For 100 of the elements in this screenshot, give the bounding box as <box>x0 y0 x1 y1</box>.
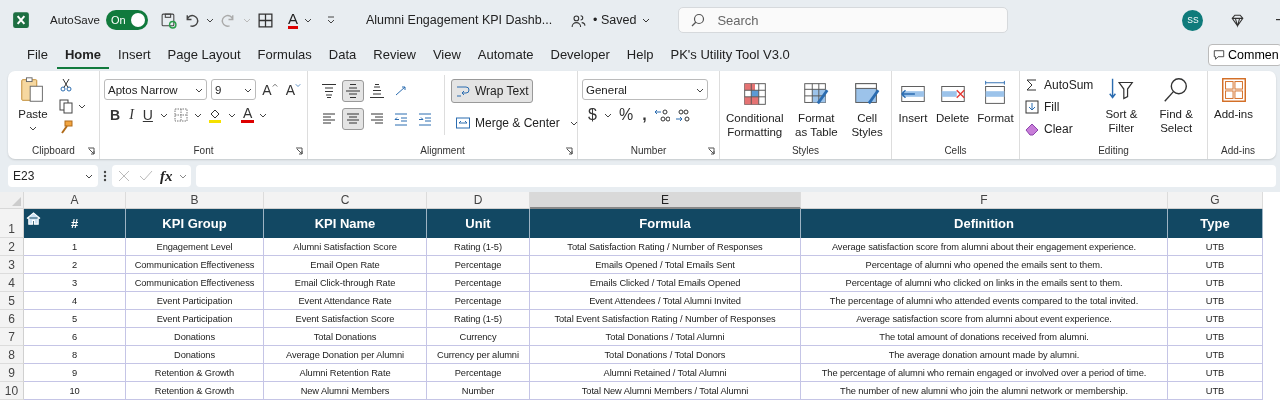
increase-font-size-button[interactable]: A <box>260 81 280 98</box>
table-cell: 1 <box>24 238 126 256</box>
document-title[interactable]: Alumni Engagement KPI Dashb... <box>365 13 553 27</box>
ribbon-tab[interactable]: File <box>19 41 56 69</box>
table-cell: Currency per alumni <box>427 346 530 364</box>
table-cell: Donations <box>126 328 264 346</box>
sort-filter-button[interactable]: Sort & Filter <box>1097 75 1146 135</box>
table-cell: Percentage <box>427 292 530 310</box>
comments-button[interactable]: Commen <box>1208 44 1280 66</box>
table-cell: Emails Clicked / Total Emails Opened <box>530 274 801 292</box>
insert-button[interactable]: Insert <box>896 79 930 125</box>
row-number[interactable]: 1 <box>0 209 24 238</box>
ribbon-tab[interactable]: Formulas <box>249 41 320 69</box>
header-cell: KPI Name <box>264 209 427 238</box>
row-number[interactable]: 9 <box>0 364 24 382</box>
font-color-button[interactable]: A <box>287 11 298 29</box>
ribbon-tab[interactable]: View <box>424 41 469 69</box>
group-label: Alignment <box>420 144 465 157</box>
autosave-label: AutoSave <box>50 14 100 26</box>
table-cell: 10 <box>24 382 126 400</box>
table-cell: 3 <box>24 274 126 292</box>
column-header[interactable]: G <box>1168 192 1263 209</box>
ribbon-tab[interactable]: Help <box>618 41 662 69</box>
row-number[interactable]: 7 <box>0 328 24 346</box>
paste-button[interactable]: Paste <box>12 75 54 132</box>
delete-button[interactable]: Delete <box>934 79 972 125</box>
table-cell: UTB <box>1168 256 1263 274</box>
search-field[interactable]: Search <box>678 7 1009 33</box>
table-cell: Total Event Satisfaction Rating / Number of Responses <box>530 310 801 328</box>
column-header[interactable]: E <box>530 192 801 209</box>
ribbon-tab[interactable]: Automate <box>469 41 542 69</box>
column-header[interactable]: A <box>24 192 126 209</box>
fill-button[interactable]: Fill <box>1024 97 1094 116</box>
clear-button[interactable]: Clear <box>1024 119 1094 138</box>
table-cell: UTB <box>1168 328 1263 346</box>
table-cell: 5 <box>24 310 126 328</box>
ribbon-tab[interactable]: Page Layout <box>159 41 249 69</box>
comma-style-button[interactable]: , <box>640 106 649 124</box>
row-number[interactable]: 5 <box>0 292 24 310</box>
format-as-table-button[interactable]: Format as Table <box>789 79 844 139</box>
table-cell: Total Donations <box>264 328 427 346</box>
row-number[interactable]: 2 <box>0 238 24 256</box>
table-cell: Total Satisfaction Rating / Number of Responses <box>530 238 801 256</box>
user-avatar[interactable]: SS <box>1182 9 1204 31</box>
insert-function-button[interactable]: fx <box>160 167 173 185</box>
table-cell: 2 <box>24 256 126 274</box>
table-cell: Alumni Satisfaction Score <box>264 238 427 256</box>
table-cell: 6 <box>24 328 126 346</box>
italic-button[interactable]: I <box>127 106 136 123</box>
row-number[interactable]: 3 <box>0 256 24 274</box>
ribbon-tab[interactable]: Home <box>56 41 110 69</box>
row-number[interactable]: 6 <box>0 310 24 328</box>
autosave-toggle[interactable]: On <box>105 10 148 30</box>
header-cell: # <box>24 209 126 238</box>
table-cell: The number of new alumni who join the alumni network or membership. <box>801 382 1168 400</box>
table-cell: Communication Effectiveness <box>126 256 264 274</box>
ribbon-tab[interactable]: Developer <box>542 41 618 69</box>
table-cell: The total amount of donations received from alumni. <box>801 328 1168 346</box>
bold-button[interactable]: B <box>108 106 123 123</box>
ribbon-tab[interactable]: Insert <box>110 41 159 69</box>
table-cell: UTB <box>1168 292 1263 310</box>
row-number[interactable]: 10 <box>0 382 24 400</box>
table-cell: 8 <box>24 346 126 364</box>
ribbon-tab[interactable]: PK's Utility Tool V3.0 <box>662 41 798 69</box>
row-number[interactable]: 8 <box>0 346 24 364</box>
group-label: Cells <box>944 144 967 157</box>
table-cell: Emails Opened / Total Emails Sent <box>530 256 801 274</box>
decrease-font-size-button[interactable]: A <box>283 81 303 98</box>
add-ins-button[interactable]: Add-ins <box>1212 75 1255 121</box>
column-header[interactable]: F <box>801 192 1168 209</box>
number-format-field[interactable]: General <box>582 79 708 100</box>
format-button[interactable]: Format <box>975 79 1016 125</box>
cell-styles-button[interactable]: Cell Styles <box>847 79 887 139</box>
column-header[interactable]: D <box>427 192 530 209</box>
header-cell: Type <box>1168 209 1263 238</box>
table-cell: UTB <box>1168 382 1263 400</box>
table-cell: Email Click-through Rate <box>264 274 427 292</box>
percent-button[interactable]: % <box>616 106 636 124</box>
underline-button[interactable]: U <box>140 106 155 123</box>
column-header[interactable]: B <box>126 192 264 209</box>
ribbon-tab[interactable]: Review <box>365 41 424 69</box>
merge-center-button[interactable]: Merge & Center <box>451 111 582 135</box>
find-select-button[interactable]: Find & Select <box>1149 75 1203 135</box>
table-cell: Alumni Retained / Total Alumni <box>530 364 801 382</box>
save-status[interactable]: • Saved <box>593 13 637 27</box>
ribbon-tab[interactable]: Data <box>320 41 365 69</box>
table-cell: 9 <box>24 364 126 382</box>
table-cell: Average Donation per Alumni <box>264 346 427 364</box>
name-box[interactable]: E23 <box>8 165 98 187</box>
table-cell: Number <box>427 382 530 400</box>
conditional-formatting-button[interactable]: Conditional Formatting <box>724 79 786 139</box>
row-number[interactable]: 4 <box>0 274 24 292</box>
currency-button[interactable]: $ <box>586 106 599 124</box>
font-color-button[interactable]: A <box>240 106 255 123</box>
column-header[interactable]: C <box>264 192 427 209</box>
font-size-field[interactable]: 9 <box>211 79 257 100</box>
table-cell: Communication Effectiveness <box>126 274 264 292</box>
autosum-button[interactable]: AutoSum <box>1024 75 1094 94</box>
wrap-text-button[interactable]: Wrap Text <box>451 79 533 103</box>
font-name-field[interactable]: Aptos Narrow <box>104 79 208 100</box>
